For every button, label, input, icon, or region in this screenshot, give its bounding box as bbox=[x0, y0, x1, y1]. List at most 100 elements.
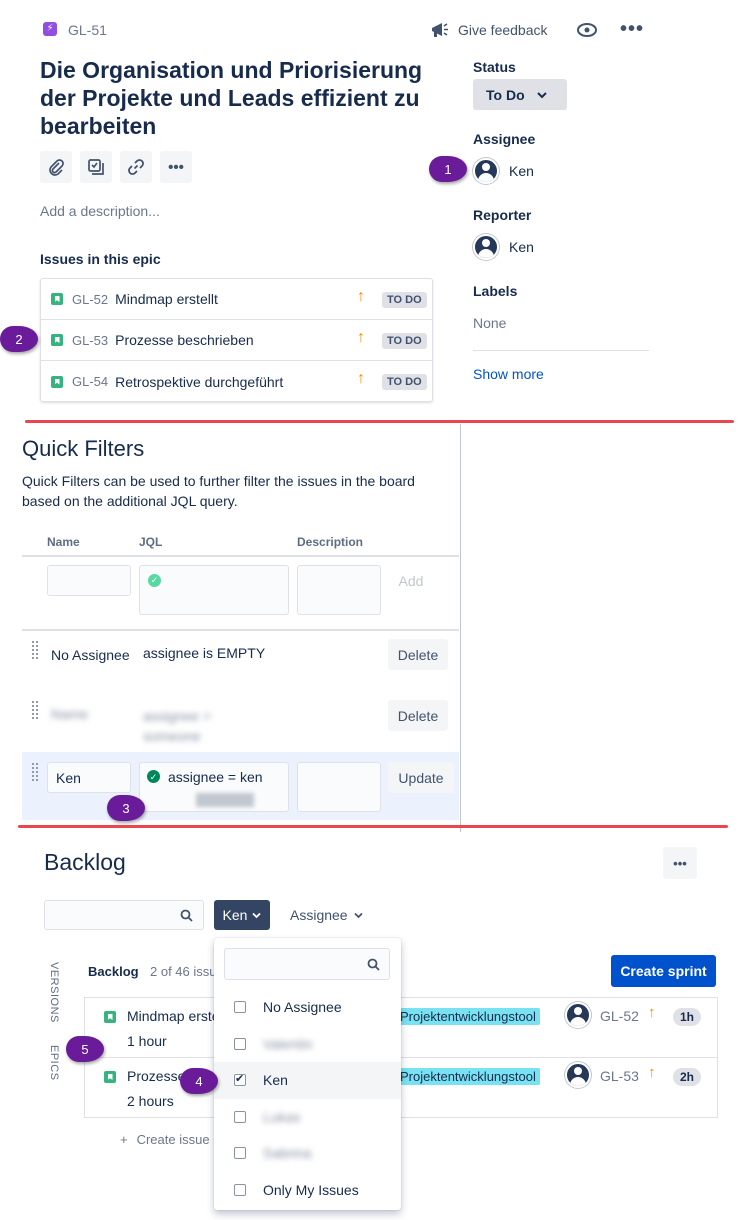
option-label: No Assignee bbox=[263, 999, 342, 1016]
child-issue-row[interactable]: GL-53 Prozesse beschrieben ↑ TO DO bbox=[41, 320, 432, 361]
labels-label: Labels bbox=[473, 283, 518, 299]
dropdown-search-input[interactable] bbox=[224, 948, 390, 980]
issue-title[interactable]: Die Organisation und Priorisierung der P… bbox=[40, 56, 430, 140]
assignee-field[interactable]: Ken bbox=[473, 158, 534, 184]
give-feedback-button[interactable]: Give feedback bbox=[430, 20, 548, 40]
reporter-field[interactable]: Ken bbox=[473, 234, 534, 260]
drag-handle-icon[interactable] bbox=[31, 640, 39, 660]
filter-name[interactable]: Name bbox=[51, 706, 131, 722]
backlog-list: Mindmap erstellt 1 hour Projektentwicklung… bbox=[84, 997, 718, 1118]
backlog-issue-row[interactable]: Prozesse beschrieben2 hoursProjektentwic… bbox=[85, 1058, 717, 1118]
option-label: Sabrina bbox=[263, 1145, 312, 1162]
issue-key[interactable]: GL-51 bbox=[68, 22, 107, 38]
issue-key[interactable]: GL-53 bbox=[600, 1068, 639, 1084]
child-issue-row[interactable]: GL-52 Mindmap erstellt ↑ TO DO bbox=[41, 279, 432, 320]
child-issue-row[interactable]: GL-54 Retrospektive durchgeführt ↑ TO DO bbox=[41, 361, 432, 402]
new-filter-name-input[interactable] bbox=[47, 565, 131, 596]
chevron-down-icon bbox=[536, 91, 547, 98]
issue-key[interactable]: GL-52 bbox=[72, 292, 108, 307]
paperclip-icon bbox=[49, 159, 64, 176]
watch-eye-icon[interactable] bbox=[576, 20, 598, 40]
issue-key[interactable]: GL-52 bbox=[600, 1008, 639, 1024]
search-input[interactable] bbox=[44, 900, 204, 930]
delete-filter-button[interactable]: Delete bbox=[388, 700, 448, 731]
option-label: Valentin bbox=[263, 1035, 313, 1052]
assignee-dropdown-menu: No Assignee Valentin Ken Lukas Sabrina Only M… bbox=[214, 938, 401, 1210]
avatar bbox=[473, 158, 499, 184]
show-more-link[interactable]: Show more bbox=[473, 366, 544, 382]
epic-tag[interactable]: Projektentwicklungstool bbox=[396, 1008, 540, 1025]
backlog-title: Backlog bbox=[44, 849, 126, 875]
filter-name[interactable]: No Assignee bbox=[51, 645, 131, 665]
checkbox[interactable] bbox=[234, 1037, 246, 1050]
drag-handle-icon[interactable] bbox=[31, 762, 39, 782]
filter-jql-input[interactable]: ✓ assignee = ken bbox=[139, 762, 289, 812]
megaphone-icon bbox=[432, 23, 448, 37]
avatar[interactable] bbox=[565, 1062, 591, 1088]
filter-jql[interactable]: assignee is EMPTY bbox=[143, 645, 265, 661]
add-filter-button[interactable]: Add bbox=[389, 565, 433, 596]
create-sprint-button[interactable]: Create sprint bbox=[611, 955, 716, 987]
more-icon[interactable]: ••• bbox=[663, 847, 697, 879]
drag-handle-icon[interactable] bbox=[31, 700, 39, 720]
assignee-dropdown[interactable]: Assignee bbox=[290, 907, 363, 923]
link-issue-button[interactable] bbox=[120, 151, 152, 183]
story-icon bbox=[51, 293, 63, 305]
status-lozenge[interactable]: TO DO bbox=[382, 374, 427, 390]
add-description-placeholder[interactable]: Add a description... bbox=[40, 203, 160, 219]
dropdown-option[interactable]: Lukas bbox=[214, 1099, 401, 1136]
filter-jql[interactable]: assignee = someone bbox=[143, 706, 253, 746]
callout-marker: 3 bbox=[107, 795, 145, 821]
delete-filter-button[interactable]: Delete bbox=[388, 639, 448, 670]
issue-key[interactable]: GL-53 bbox=[72, 333, 108, 348]
epic-tag[interactable]: Projektentwicklungstool bbox=[396, 1068, 540, 1085]
side-tab-label: EPICS bbox=[48, 1045, 60, 1081]
status-lozenge[interactable]: TO DO bbox=[382, 292, 427, 308]
status-dropdown[interactable]: To Do bbox=[473, 79, 567, 110]
dropdown-option[interactable]: Ken bbox=[214, 1062, 401, 1099]
option-label: Only My Issues bbox=[263, 1181, 359, 1198]
avatar[interactable] bbox=[565, 1002, 591, 1028]
issue-summary[interactable]: Mindmap erstellt bbox=[115, 291, 218, 307]
side-tab-epics[interactable]: EPICS bbox=[46, 1045, 62, 1085]
attach-button[interactable] bbox=[40, 151, 72, 183]
issue-summary[interactable]: Retrospektive durchgeführt bbox=[115, 374, 283, 390]
filter-description-input[interactable] bbox=[297, 762, 381, 812]
callout-marker: 1 bbox=[429, 156, 467, 182]
filter-name-input[interactable]: Ken bbox=[47, 762, 131, 793]
add-child-issue-button[interactable] bbox=[80, 151, 112, 183]
quick-filters-title: Quick Filters bbox=[22, 436, 145, 461]
dropdown-option[interactable]: No Assignee bbox=[214, 989, 401, 1026]
story-icon bbox=[104, 1071, 116, 1083]
new-filter-jql-input[interactable]: ✓ bbox=[139, 565, 289, 615]
checkbox[interactable] bbox=[234, 1001, 246, 1014]
panel-border bbox=[460, 424, 461, 832]
more-icon[interactable]: ••• bbox=[160, 151, 192, 183]
checkbox[interactable] bbox=[234, 1183, 246, 1196]
checkbox[interactable] bbox=[234, 1110, 246, 1123]
issue-key[interactable]: GL-54 bbox=[72, 374, 108, 389]
dropdown-option[interactable]: Valentin bbox=[214, 1026, 401, 1063]
valid-check-icon: ✓ bbox=[147, 770, 160, 783]
priority-high-icon: ↑ bbox=[357, 288, 365, 305]
dropdown-option[interactable]: Sabrina bbox=[214, 1135, 401, 1172]
more-actions-icon[interactable]: ••• bbox=[620, 18, 644, 41]
callout-marker: 2 bbox=[0, 326, 38, 352]
backlog-issue-row[interactable]: Mindmap erstellt 1 hour Projektentwicklung… bbox=[85, 998, 717, 1058]
new-filter-description-input[interactable] bbox=[297, 565, 381, 615]
story-icon bbox=[51, 375, 63, 388]
dropdown-option[interactable]: Only My Issues bbox=[214, 1172, 401, 1209]
status-value: To Do bbox=[486, 86, 525, 103]
search-icon bbox=[367, 958, 380, 971]
checkbox[interactable] bbox=[234, 1072, 246, 1087]
side-tab-versions[interactable]: VERSIONS bbox=[46, 962, 62, 1023]
priority-high-icon: ↑ bbox=[357, 329, 365, 346]
labels-value[interactable]: None bbox=[473, 315, 506, 331]
status-lozenge[interactable]: TO DO bbox=[382, 333, 427, 349]
create-issue-link[interactable]: + Create issue bbox=[120, 1132, 210, 1147]
checkbox[interactable] bbox=[234, 1147, 246, 1160]
update-filter-button[interactable]: Update bbox=[388, 762, 454, 793]
quick-filter-ken-button[interactable]: Ken bbox=[214, 900, 270, 930]
issue-summary[interactable]: Prozesse beschrieben bbox=[115, 332, 254, 348]
option-label: Lukas bbox=[263, 1108, 301, 1125]
